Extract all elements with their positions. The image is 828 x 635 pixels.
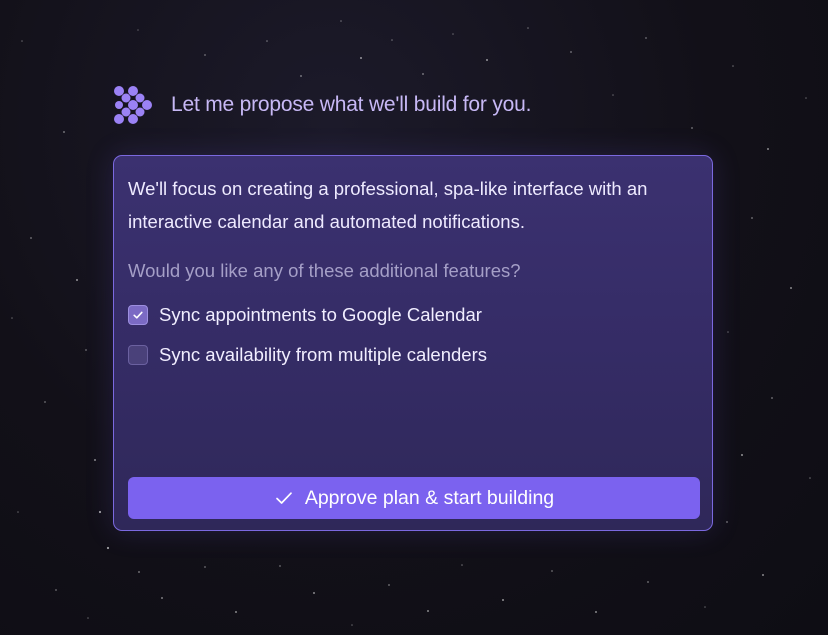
features-question: Would you like any of these additional f… (128, 260, 521, 281)
option-sync-multiple-calendars[interactable]: Sync availability from multiple calender… (128, 343, 487, 367)
approve-plan-button[interactable]: Approve plan & start building (128, 477, 700, 519)
option-label: Sync availability from multiple calender… (159, 344, 487, 365)
checkbox-unchecked[interactable] (128, 345, 148, 365)
option-label: Sync appointments to Google Calendar (159, 304, 482, 325)
checkmark-icon (274, 488, 294, 508)
assistant-logo-icon (114, 86, 152, 124)
plan-description: We'll focus on creating a professional, … (128, 178, 648, 232)
assistant-header: Let me propose what we'll build for you. (112, 84, 531, 126)
plan-card: We'll focus on creating a professional, … (113, 155, 713, 531)
checkmark-icon (133, 311, 143, 319)
checkbox-checked[interactable] (128, 305, 148, 325)
option-sync-google-calendar[interactable]: Sync appointments to Google Calendar (128, 303, 482, 327)
header-title: Let me propose what we'll build for you. (171, 93, 532, 116)
approve-button-label: Approve plan & start building (304, 486, 555, 509)
